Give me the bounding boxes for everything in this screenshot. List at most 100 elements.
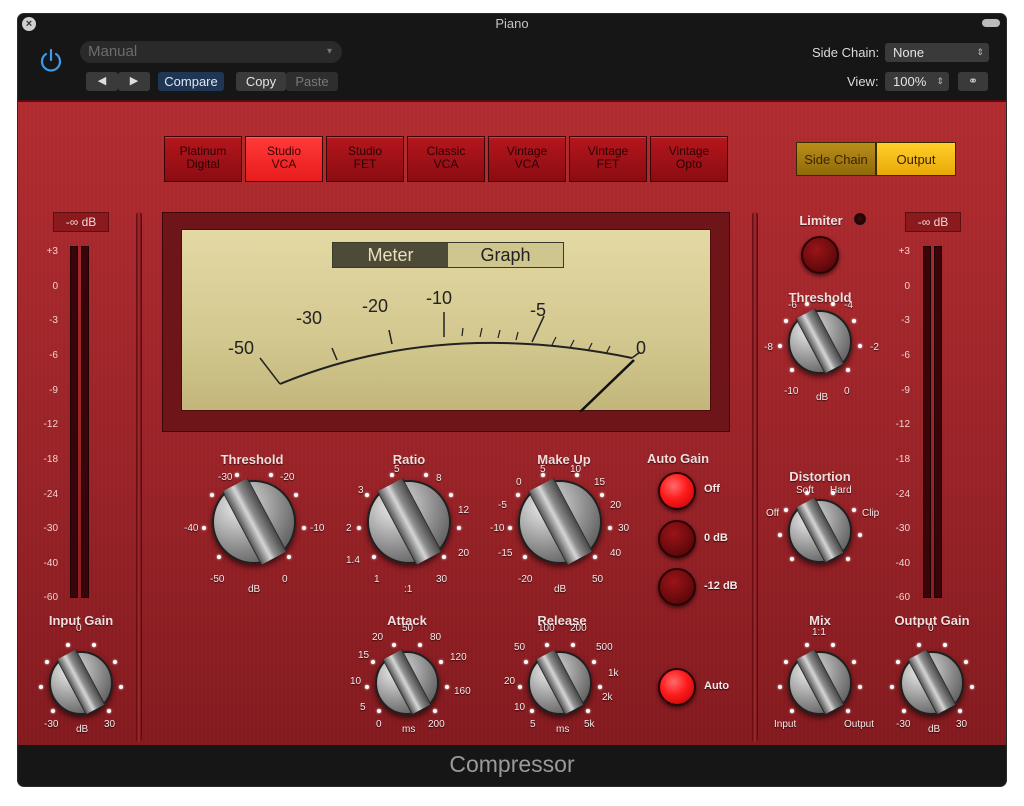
knob-tick-dot <box>449 493 454 498</box>
knob-tick-dot <box>444 685 449 690</box>
ratio-scale-label: :1 <box>404 584 413 595</box>
vu-scale-label: -5 <box>530 300 547 320</box>
makeup-label: Make Up <box>537 452 591 467</box>
attack-scale-label: 10 <box>350 676 362 687</box>
distortion-scale-label: Off <box>766 508 780 519</box>
mix-scale-label: Output <box>844 719 875 730</box>
meter-scale-tick: -12 <box>895 419 910 430</box>
model-button[interactable]: Vintage FET <box>569 136 647 182</box>
copy-button[interactable]: Copy <box>236 72 286 91</box>
model-button[interactable]: Vintage VCA <box>488 136 566 182</box>
distortion-knob[interactable] <box>788 497 852 563</box>
window-title: Piano <box>495 16 529 31</box>
side-chain-view-button[interactable]: Side Chain <box>796 142 876 176</box>
knob-tick-dot <box>857 533 862 538</box>
output-level-readout: -∞ dB <box>905 212 961 232</box>
mix-knob[interactable] <box>788 649 852 715</box>
knob-tick-dot <box>456 525 461 530</box>
model-button[interactable]: Studio VCA <box>245 136 323 182</box>
preset-menu[interactable]: Manual ▾ <box>80 41 342 63</box>
auto-gain-0db-button[interactable] <box>658 520 696 558</box>
model-button[interactable]: Vintage Opto <box>650 136 728 182</box>
next-preset-button[interactable]: ▶ <box>118 72 150 91</box>
vu-meter: Meter Graph -50 -30 -20 -10 -5 0 <box>162 212 730 432</box>
auto-release-label: Auto <box>704 680 730 692</box>
knob-tick-dot <box>390 472 395 477</box>
output-view-button[interactable]: Output <box>876 142 956 176</box>
meter-scale-tick: +3 <box>46 246 58 257</box>
attack-scale-label: 5 <box>360 702 366 713</box>
knob-tick-dot <box>287 555 292 560</box>
auto-gain-0db-label: 0 dB <box>704 532 728 544</box>
knob-tick-dot <box>846 557 851 562</box>
view-zoom-select[interactable]: 100% ⇕ <box>885 72 949 91</box>
limiter-label: Limiter <box>799 213 843 228</box>
knob-tick-dot <box>301 525 306 530</box>
release-scale-label: 5k <box>584 719 595 730</box>
vu-scale-label: -50 <box>228 338 255 358</box>
power-icon[interactable] <box>38 48 64 74</box>
attack-scale-label: 120 <box>450 652 467 663</box>
knob-tick-dot <box>857 685 862 690</box>
knob-pointer <box>795 649 845 715</box>
meter-scale-tick: -40 <box>895 558 910 569</box>
ratio-scale-label: 1.4 <box>346 555 360 566</box>
output-gain-knob[interactable] <box>900 649 964 715</box>
threshold-scale-label: -50 <box>210 574 225 585</box>
attack-scale-label: 0 <box>376 719 382 730</box>
ratio-knob[interactable] <box>367 478 451 566</box>
auto-gain-minus12db-button[interactable] <box>658 568 696 606</box>
knob-tick-dot <box>423 472 428 477</box>
limiter-threshold-label: Threshold <box>788 290 852 305</box>
release-scale-label: ms <box>556 724 570 735</box>
knob-pointer <box>527 478 593 566</box>
auto-release-button[interactable] <box>658 668 696 706</box>
makeup-scale-label: -20 <box>518 574 533 585</box>
footer: Compressor <box>18 745 1006 786</box>
auto-gain-label: Auto Gain <box>646 451 710 466</box>
knob-tick-dot <box>789 709 794 714</box>
knob-tick-dot <box>804 643 809 648</box>
model-button[interactable]: Classic VCA <box>407 136 485 182</box>
close-icon[interactable]: × <box>22 17 36 31</box>
side-chain-select[interactable]: None ⇕ <box>885 43 989 62</box>
meter-scale-tick: -40 <box>43 558 58 569</box>
auto-gain-off-button[interactable] <box>658 472 696 510</box>
attack-knob[interactable] <box>375 649 439 715</box>
view-zoom-value: 100% <box>893 74 927 89</box>
model-button[interactable]: Platinum Digital <box>164 136 242 182</box>
limiter-threshold-knob[interactable] <box>788 308 852 374</box>
limiter-button[interactable] <box>801 236 839 274</box>
makeup-knob[interactable] <box>518 478 602 566</box>
threshold-knob[interactable] <box>212 478 296 566</box>
output-meter-right <box>934 246 942 598</box>
meter-scale-tick: -24 <box>43 489 58 500</box>
distortion-scale-label: Clip <box>862 508 880 519</box>
release-scale-label: 100 <box>538 623 555 634</box>
attack-scale-label: 50 <box>402 623 414 634</box>
limiter-threshold-scale-label: -6 <box>788 300 797 311</box>
makeup-scale-label: -15 <box>498 548 513 559</box>
makeup-scale-label: 30 <box>618 523 630 534</box>
paste-button[interactable]: Paste <box>286 72 338 91</box>
ratio-scale-label: 2 <box>346 523 352 534</box>
threshold-scale-label: -30 <box>218 472 233 483</box>
knob-tick-dot <box>376 709 381 714</box>
knob-tick-dot <box>586 709 591 714</box>
link-icon[interactable]: ⚭ <box>958 72 988 91</box>
knob-tick-dot <box>943 643 948 648</box>
compare-button[interactable]: Compare <box>158 72 224 91</box>
meter-scale-tick: -60 <box>43 592 58 603</box>
vu-scale-label: -30 <box>296 308 323 328</box>
release-knob[interactable] <box>528 649 592 715</box>
meter-scale-tick: -3 <box>901 315 910 326</box>
input-gain-knob[interactable] <box>49 649 113 715</box>
knob-tick-dot <box>541 472 546 477</box>
mix-scale-label: 1:1 <box>812 627 826 638</box>
attack-scale-label: 200 <box>428 719 445 730</box>
knob-tick-dot <box>778 533 783 538</box>
window-resize-icon[interactable] <box>982 19 1000 27</box>
knob-tick-dot <box>571 643 576 648</box>
previous-preset-button[interactable]: ◀ <box>86 72 118 91</box>
model-button[interactable]: Studio FET <box>326 136 404 182</box>
